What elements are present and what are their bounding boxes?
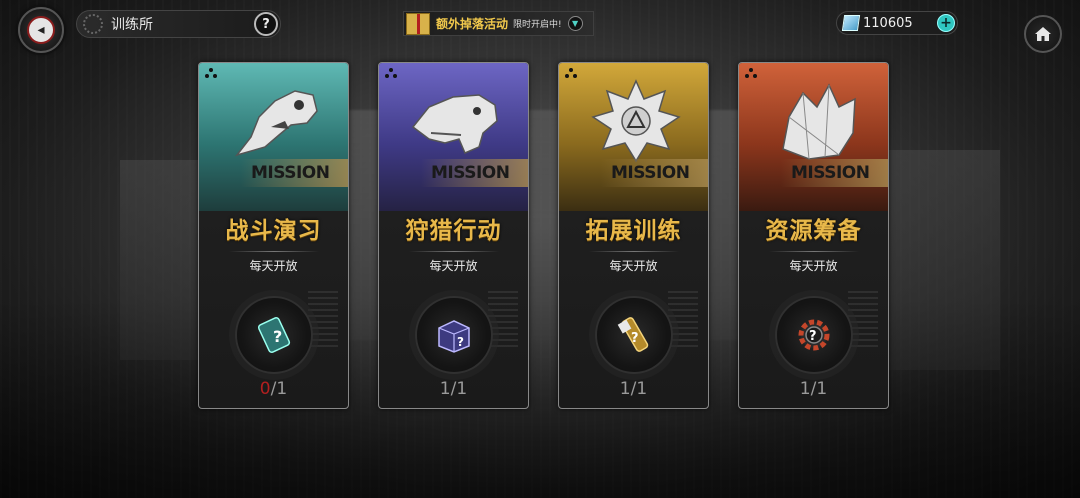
card-title: 狩猎行动: [405, 217, 502, 244]
svg-text:?: ?: [809, 329, 817, 344]
reward-slot: ?: [595, 296, 673, 374]
attempts-current: 1: [439, 379, 451, 399]
card-subtitle: 每天开放: [609, 259, 658, 273]
dots-icon: [745, 68, 759, 80]
back-button[interactable]: ◂: [18, 7, 64, 53]
decor-stripes: [488, 291, 518, 351]
dots-icon: [385, 68, 399, 80]
reward-slot: ?: [415, 296, 493, 374]
dots-icon: [565, 68, 579, 80]
mission-tag: MISSION: [601, 159, 708, 187]
card-banner: MISSION: [199, 63, 348, 211]
home-button[interactable]: [1024, 15, 1062, 53]
add-currency-button[interactable]: +: [937, 14, 955, 32]
decor-stripes: [668, 291, 698, 351]
divider: [409, 251, 499, 252]
mission-tag: MISSION: [781, 159, 888, 187]
box-mystery-icon: ?: [438, 320, 470, 353]
event-title: 额外掉落活动: [436, 17, 509, 31]
mission-card-hunt[interactable]: MISSION 狩猎行动 每天开放 ? 1/1: [378, 62, 529, 409]
badge-medal-icon: [591, 79, 681, 163]
card-banner: MISSION: [739, 63, 888, 211]
divider: [769, 251, 859, 252]
reward-slot: ?: [235, 296, 313, 374]
currency-display: 110605 +: [836, 11, 958, 35]
crystal-mystery-icon: ?: [617, 317, 649, 352]
card-subtitle: 每天开放: [249, 259, 298, 273]
dinosaur-skull-icon: [234, 90, 318, 157]
mission-card-combat[interactable]: MISSION 战斗演习 每天开放 ? 0/1: [198, 62, 349, 409]
attempts-current: 1: [799, 379, 811, 399]
attempts-total: 1: [636, 379, 648, 399]
attempts-current: 1: [619, 379, 631, 399]
attempts-count: 1/1: [559, 379, 708, 399]
gem-icon: [841, 15, 861, 31]
svg-text:?: ?: [273, 327, 282, 346]
event-banner[interactable]: 额外掉落活动 限时开启中! ▼: [403, 11, 594, 36]
mission-card-resources[interactable]: MISSION 资源筹备 每天开放 ? 1/1: [738, 62, 889, 409]
attempts-count: 0/1: [199, 379, 348, 399]
divider: [589, 251, 679, 252]
back-arrow-icon: ◂: [27, 16, 55, 44]
card-subtitle: 每天开放: [429, 259, 478, 273]
chevron-down-icon[interactable]: ▼: [567, 16, 583, 31]
battery-mystery-icon: ?: [257, 316, 291, 354]
home-icon: [1035, 27, 1051, 41]
card-title: 战斗演习: [225, 217, 322, 244]
attempts-total: 1: [456, 379, 468, 399]
decor-stripes: [848, 291, 878, 351]
divider: [229, 251, 319, 252]
attempts-count: 1/1: [739, 379, 888, 399]
page-title: 训练所: [111, 17, 153, 33]
attempts-current: 0: [259, 379, 271, 399]
mission-tag: MISSION: [421, 159, 528, 187]
help-button[interactable]: ?: [254, 12, 278, 36]
svg-text:?: ?: [631, 331, 639, 346]
trex-head-icon: [411, 94, 498, 154]
svg-text:?: ?: [457, 335, 464, 349]
card-banner: MISSION: [379, 63, 528, 211]
attempts-total: 1: [816, 379, 828, 399]
mission-card-training[interactable]: MISSION 拓展训练 每天开放 ? 1/1: [558, 62, 709, 409]
dots-icon: [205, 68, 219, 80]
card-title: 资源筹备: [765, 217, 862, 244]
attempts-count: 1/1: [379, 379, 528, 399]
decor-stripes: [308, 291, 338, 351]
gear-icon: [83, 14, 103, 34]
card-subtitle: 每天开放: [789, 259, 838, 273]
gift-icon: [406, 12, 430, 35]
gear-mystery-icon: ?: [798, 319, 830, 351]
event-subtitle: 限时开启中!: [513, 20, 562, 30]
currency-value: 110605: [863, 15, 913, 31]
mission-tag: MISSION: [241, 159, 348, 187]
reward-slot: ?: [775, 296, 853, 374]
card-title: 拓展训练: [585, 217, 682, 244]
crystal-cluster-icon: [782, 83, 856, 160]
page-title-bar: 训练所 ?: [76, 10, 281, 38]
attempts-total: 1: [276, 379, 288, 399]
card-banner: MISSION: [559, 63, 708, 211]
